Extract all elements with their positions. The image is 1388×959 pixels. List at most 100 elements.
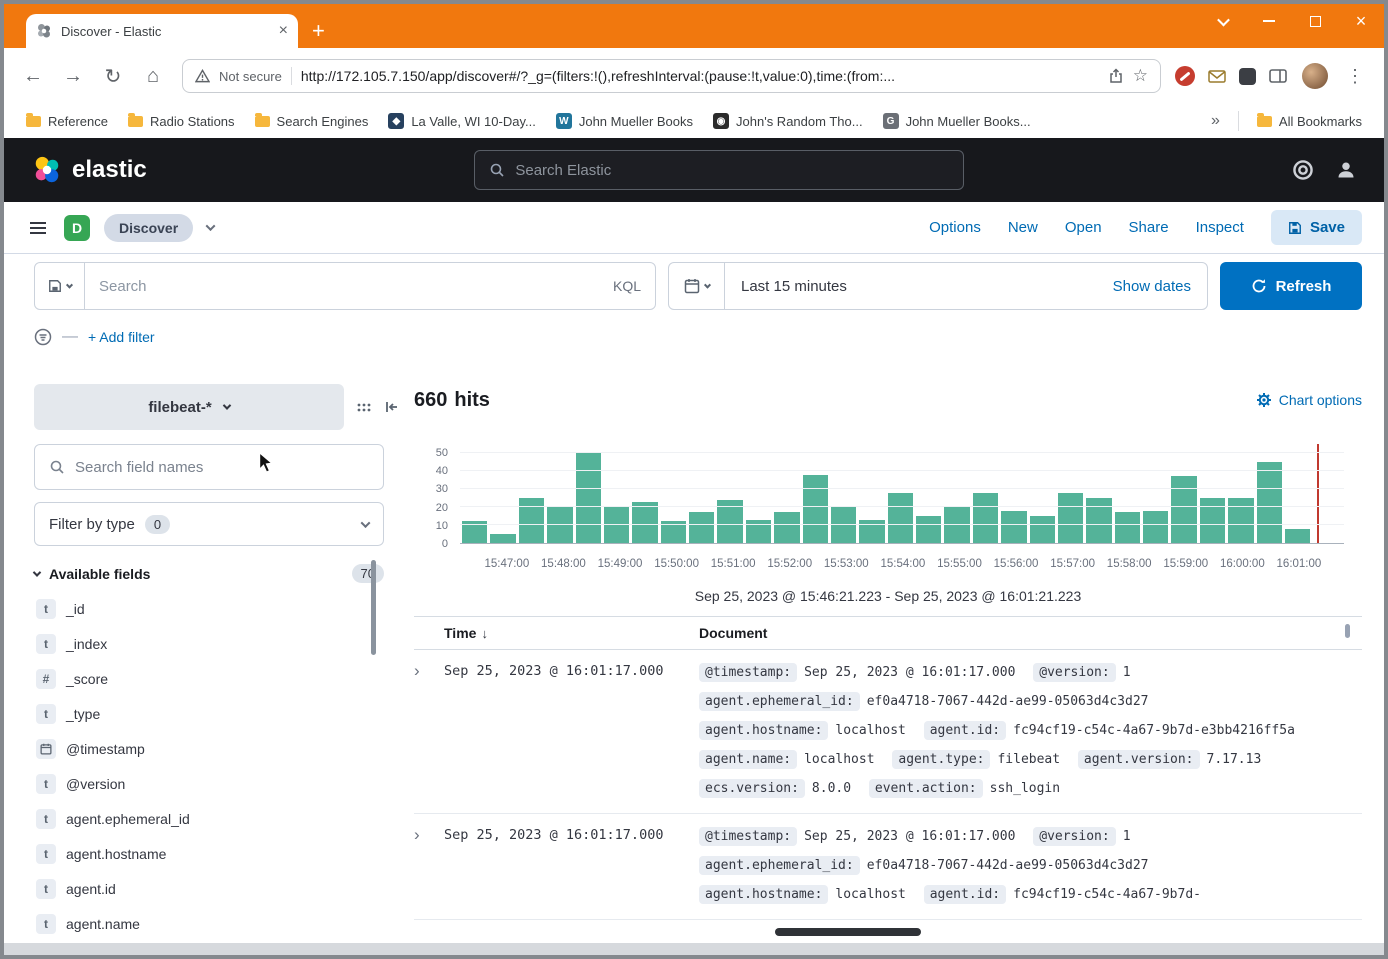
bookmark-item[interactable]: GJohn Mueller Books...: [875, 109, 1039, 133]
histogram-bar[interactable]: [1086, 498, 1111, 543]
bookmarks-overflow-icon[interactable]: »: [1203, 112, 1228, 130]
global-search-input[interactable]: [515, 162, 949, 179]
all-bookmarks-button[interactable]: All Bookmarks: [1249, 110, 1370, 133]
time-column-header[interactable]: Time: [444, 625, 476, 641]
global-search[interactable]: [474, 150, 964, 190]
elastic-brand[interactable]: elastic: [32, 155, 147, 185]
share-button[interactable]: Share: [1129, 219, 1169, 236]
query-language-button[interactable]: KQL: [613, 278, 655, 294]
histogram-bar[interactable]: [888, 493, 913, 543]
chart-options-button[interactable]: Chart options: [1256, 392, 1362, 408]
reload-button[interactable]: ↻: [94, 57, 132, 95]
histogram-bar[interactable]: [973, 493, 998, 543]
histogram-bar[interactable]: [916, 516, 941, 543]
bookmark-item[interactable]: Search Engines: [247, 110, 377, 133]
menu-icon[interactable]: [26, 218, 50, 238]
field-item-_type[interactable]: t_type: [34, 696, 384, 731]
field-item-agent.id[interactable]: tagent.id: [34, 871, 384, 906]
field-item-@timestamp[interactable]: @timestamp: [34, 731, 384, 766]
histogram-bar[interactable]: [1030, 516, 1055, 543]
histogram-bar[interactable]: [1257, 462, 1282, 543]
field-search-input[interactable]: [75, 459, 369, 476]
extension-mail-icon[interactable]: [1205, 64, 1229, 88]
saved-query-button[interactable]: [35, 263, 85, 309]
security-label[interactable]: Not secure: [219, 69, 282, 84]
histogram-bar[interactable]: [1285, 529, 1310, 543]
available-fields-header[interactable]: Available fields 70: [34, 564, 384, 583]
filter-icon[interactable]: [34, 328, 52, 346]
field-item-agent.name[interactable]: tagent.name: [34, 906, 384, 941]
options-button[interactable]: Options: [929, 219, 981, 236]
forward-button[interactable]: →: [54, 57, 92, 95]
bookmark-item[interactable]: ◉John's Random Tho...: [705, 109, 871, 133]
dots-grid-icon[interactable]: [356, 399, 372, 415]
space-avatar[interactable]: D: [64, 215, 90, 241]
histogram-bar[interactable]: [1200, 498, 1225, 543]
table-scrollbar[interactable]: [1345, 624, 1350, 638]
add-filter-button[interactable]: + Add filter: [88, 329, 155, 345]
close-window-button[interactable]: ×: [1338, 4, 1384, 38]
histogram-bar[interactable]: [803, 475, 828, 543]
url-input[interactable]: [301, 68, 1099, 84]
refresh-button[interactable]: Refresh: [1220, 262, 1362, 310]
browser-menu-icon[interactable]: ⋮: [1336, 57, 1374, 95]
histogram-bar[interactable]: [604, 507, 629, 543]
histogram-bar[interactable]: [689, 512, 714, 543]
extension-stop-icon[interactable]: [1175, 66, 1195, 86]
profile-avatar[interactable]: [1302, 63, 1328, 89]
browser-tab[interactable]: Discover - Elastic ×: [26, 14, 298, 48]
histogram-bar[interactable]: [1171, 476, 1196, 543]
expand-row-button[interactable]: ›: [414, 822, 444, 909]
histogram-bar[interactable]: [576, 453, 601, 543]
extension-icon[interactable]: [1239, 68, 1256, 85]
field-item-@version[interactable]: t@version: [34, 766, 384, 801]
bookmark-item[interactable]: Reference: [18, 110, 116, 133]
address-bar[interactable]: Not secure ☆: [182, 59, 1161, 93]
new-button[interactable]: New: [1008, 219, 1038, 236]
histogram-bar[interactable]: [774, 512, 799, 543]
field-item-agent.ephemeral_id[interactable]: tagent.ephemeral_id: [34, 801, 384, 836]
field-search[interactable]: [34, 444, 384, 490]
bookmark-item[interactable]: ◆La Valle, WI 10-Day...: [380, 109, 544, 133]
field-item-agent.hostname[interactable]: tagent.hostname: [34, 836, 384, 871]
sidebar-scrollbar[interactable]: [371, 560, 376, 655]
open-button[interactable]: Open: [1065, 219, 1102, 236]
help-icon[interactable]: [1292, 159, 1314, 181]
histogram-bar[interactable]: [547, 507, 572, 543]
save-button[interactable]: Save: [1271, 210, 1362, 245]
side-panel-icon[interactable]: [1266, 64, 1290, 88]
show-dates-button[interactable]: Show dates: [1097, 278, 1207, 295]
histogram-bar[interactable]: [1058, 493, 1083, 543]
bookmark-star-icon[interactable]: ☆: [1133, 66, 1148, 86]
inspect-button[interactable]: Inspect: [1196, 219, 1244, 236]
minimize-button[interactable]: [1246, 4, 1292, 38]
histogram-bar[interactable]: [1001, 511, 1026, 543]
home-button[interactable]: ⌂: [134, 57, 172, 95]
user-menu-icon[interactable]: [1336, 160, 1356, 180]
bookmark-item[interactable]: Radio Stations: [120, 110, 243, 133]
chevron-down-icon[interactable]: [206, 221, 216, 231]
close-tab-icon[interactable]: ×: [279, 23, 288, 39]
field-item-_index[interactable]: t_index: [34, 626, 384, 661]
horizontal-scrollbar[interactable]: [775, 928, 921, 936]
window-chevron-icon[interactable]: [1200, 4, 1246, 38]
query-input[interactable]: [85, 278, 613, 295]
maximize-button[interactable]: [1292, 4, 1338, 38]
sort-descending-icon[interactable]: ↓: [481, 626, 488, 641]
histogram-bar[interactable]: [1228, 498, 1253, 543]
new-tab-button[interactable]: +: [312, 20, 325, 42]
time-range[interactable]: Last 15 minutes: [725, 278, 1097, 295]
collapse-sidebar-icon[interactable]: [384, 399, 400, 415]
share-icon[interactable]: [1108, 68, 1124, 84]
histogram-bar[interactable]: [831, 507, 856, 543]
histogram-bar[interactable]: [519, 498, 544, 543]
histogram-bar[interactable]: [1143, 511, 1168, 543]
histogram-bar[interactable]: [944, 507, 969, 543]
breadcrumb[interactable]: Discover: [104, 214, 193, 242]
back-button[interactable]: ←: [14, 57, 52, 95]
document-column-header[interactable]: Document: [699, 625, 1362, 641]
calendar-icon[interactable]: [669, 263, 725, 309]
expand-row-button[interactable]: ›: [414, 658, 444, 803]
field-item-_id[interactable]: t_id: [34, 591, 384, 626]
filter-by-type[interactable]: Filter by type 0: [34, 502, 384, 546]
